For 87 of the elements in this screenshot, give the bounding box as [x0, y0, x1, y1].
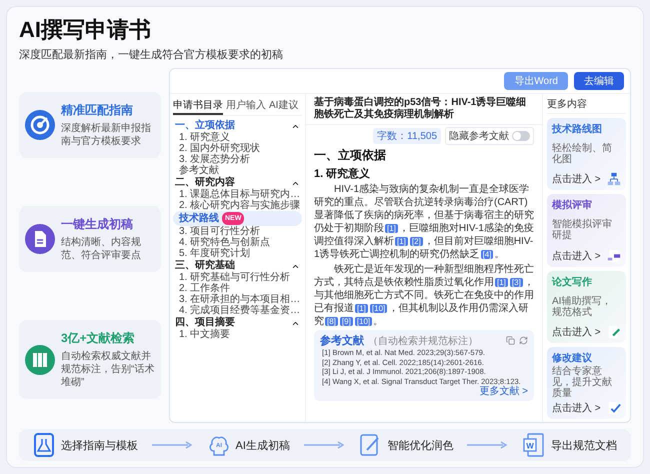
sidebar-tab[interactable]: 用户输入 — [226, 97, 266, 115]
enter-link[interactable]: 点击进入 > — [552, 248, 601, 262]
enter-link[interactable]: 点击进入 > — [552, 401, 601, 415]
outline-item[interactable]: 2. 国内外研究现状 — [173, 143, 302, 154]
outline-item[interactable]: 4. 研究特色与创新点 — [173, 237, 302, 248]
feature-description: 结构清晰、内容规范、符合评审要点 — [61, 236, 142, 262]
outline-item[interactable]: 2. 工作条件 — [173, 283, 302, 294]
outline-item[interactable]: 3. 项目可行性分析 — [173, 226, 302, 237]
pen-document-icon — [607, 324, 621, 339]
card-title: 技术路线图 — [552, 122, 603, 136]
page-title: AI撰写申请书 — [19, 16, 152, 44]
outline-item[interactable]: 5. 年度研究计划 — [173, 248, 302, 259]
step-label: 选择指南与模板 — [61, 438, 138, 452]
citation-link[interactable]: [1] — [495, 278, 508, 287]
flowchart-icon — [607, 172, 621, 186]
outline-section[interactable]: 二、研究内容 — [175, 177, 235, 189]
card-description: 智能模拟评审研提 — [552, 219, 613, 242]
card-description: AI辅助撰写，规范格式 — [552, 296, 612, 318]
paragraph-text: 铁死亡是近年发现的一种新型细胞程序性死亡方式，其特点是铁依赖性脂质过氧化作用 [1] [3] ，与其他细胞死亡方式不同。铁死亡在免疫中的作用已有报道 [1] [10] ，但其机制以及作用仍需深入研究 [8] [9] [10] 。 — [314, 263, 534, 328]
books-icon — [25, 344, 55, 374]
chat-document-icon — [607, 248, 621, 262]
feature-card[interactable]: 论文写作 AI辅助撰写，规范格式 点击进入 > — [547, 270, 626, 343]
references-note: （自动检索并规范标注） — [368, 334, 479, 348]
outline-item[interactable]: 1. 课题总体目标与研究内… — [173, 189, 302, 200]
outline-item[interactable]: 1. 研究基础与可行性分析 — [173, 272, 302, 283]
feature-description: 自动检索权威文献并规范标注，告别“话术堆砌” — [61, 350, 155, 389]
card-title: 模拟评审 — [552, 198, 593, 212]
copy-icon[interactable] — [506, 336, 515, 345]
feature-title: 精准匹配指南 — [61, 102, 134, 119]
citation-link[interactable]: [10] — [370, 304, 388, 313]
citation-link[interactable]: [8] — [325, 317, 338, 326]
enter-link[interactable]: 点击进入 > — [552, 324, 601, 339]
outline-item[interactable]: 1. 中文摘要 — [173, 329, 302, 340]
feature-title: 3亿+文献检索 — [61, 330, 136, 347]
sidebar-tab[interactable]: AI建议 — [269, 97, 298, 115]
outline-item[interactable]: 2. 核心研究内容与实施步骤 — [173, 200, 302, 211]
enter-link[interactable]: 点击进入 > — [552, 172, 601, 186]
toolbar-button[interactable]: 去编辑 — [574, 72, 624, 90]
citation-link[interactable]: [4] — [480, 250, 494, 259]
card-description: 结合专家意见，提升文献质量 — [552, 366, 613, 400]
card-title: 修改建议 — [552, 352, 593, 365]
feature-card[interactable]: 修改建议 结合专家意见，提升文献质量 点击进入 > — [547, 346, 626, 419]
arrow-icon — [152, 441, 194, 449]
outline-section[interactable]: 一、立项依据 — [175, 120, 235, 132]
citation-link[interactable]: [9] — [340, 317, 353, 326]
references-title: 参考文献 — [320, 334, 364, 348]
subsection-heading: 1. 研究意义 — [314, 166, 372, 181]
word-count: 字数：11,505 — [373, 128, 441, 144]
hide-references-toggle[interactable]: 隐藏参考文献 — [445, 127, 534, 145]
citation-link[interactable]: [1] — [395, 237, 408, 246]
page-subtitle: 深度匹配最新指南，一键生成符合官方模板要求的初稿 — [19, 48, 284, 62]
citation-link[interactable]: [1] — [385, 224, 398, 233]
feature-card[interactable]: 技术路线图 轻松绘制、简化图 点击进入 > — [547, 118, 626, 190]
outline-section[interactable]: 四、项目摘要 — [175, 317, 235, 329]
paragraph-text: HIV-1感染与致病的复杂机制一直是全球医学研究的重点。尽管联合抗逆转录病毒治疗(CART)显著降低了疾病的病死率，但基于病毒宿主的研究仍处于初期阶段 [1] ，巨噬细胞对HIV-1感染的免疫调控值得深入解析 [1] [2] ，但目前对巨噬细胞HIV-1诱导铁死亡调控机制的研究仍然缺乏 [4] 。 — [314, 183, 534, 261]
outline-section[interactable]: 三、研究基础 — [175, 260, 235, 272]
document-title: 基于病毒蛋白调控的p53信号：HIV-1诱导巨噬细胞铁死亡及其免疫病理机制解析 — [306, 94, 542, 125]
step-label: 智能优化润色 — [387, 438, 454, 452]
step-label: 导出规范文档 — [551, 438, 617, 452]
outline-item[interactable]: 3. 在研承担的与本项目相… — [173, 294, 302, 305]
outline-item[interactable]: 参考文献 — [173, 165, 302, 176]
more-references-link[interactable]: 更多文献 > — [479, 386, 528, 398]
step-label: AI生成初稿 — [236, 438, 290, 452]
toggle-switch[interactable] — [512, 131, 530, 141]
citation-link[interactable]: [3] — [510, 278, 523, 287]
card-title: 论文写作 — [552, 276, 593, 288]
panel-title: 更多内容 — [547, 97, 626, 114]
arrow-icon — [304, 441, 346, 449]
feature-title: 一键生成初稿 — [61, 216, 134, 233]
sidebar-tab[interactable]: 申请书目录 — [173, 97, 223, 115]
section-heading: 一、立项依据 — [314, 147, 387, 164]
arrow-icon — [467, 441, 510, 449]
feature-description: 深度解析最新申报指南与官方模板要求 — [61, 122, 152, 148]
document-icon — [25, 224, 55, 254]
citation-link[interactable]: [2] — [410, 237, 423, 246]
citation-link[interactable]: [10] — [354, 317, 372, 326]
outline-item[interactable]: 4. 完成项目经费等基金资… — [173, 305, 302, 316]
citation-link[interactable]: [1] — [355, 304, 368, 313]
outline-item[interactable]: 1. 研究意义 — [173, 132, 302, 143]
target-icon — [25, 110, 55, 140]
outline-item[interactable]: 3. 发展态势分析 — [173, 154, 302, 165]
flask-document-icon — [33, 433, 55, 457]
check-document-icon — [607, 401, 621, 415]
refresh-icon[interactable] — [519, 336, 528, 345]
edit-document-icon — [359, 433, 382, 457]
card-description: 轻松绘制、简化图 — [552, 143, 613, 166]
feature-card[interactable]: 模拟评审 智能模拟评审研提 点击进入 > — [547, 194, 626, 266]
